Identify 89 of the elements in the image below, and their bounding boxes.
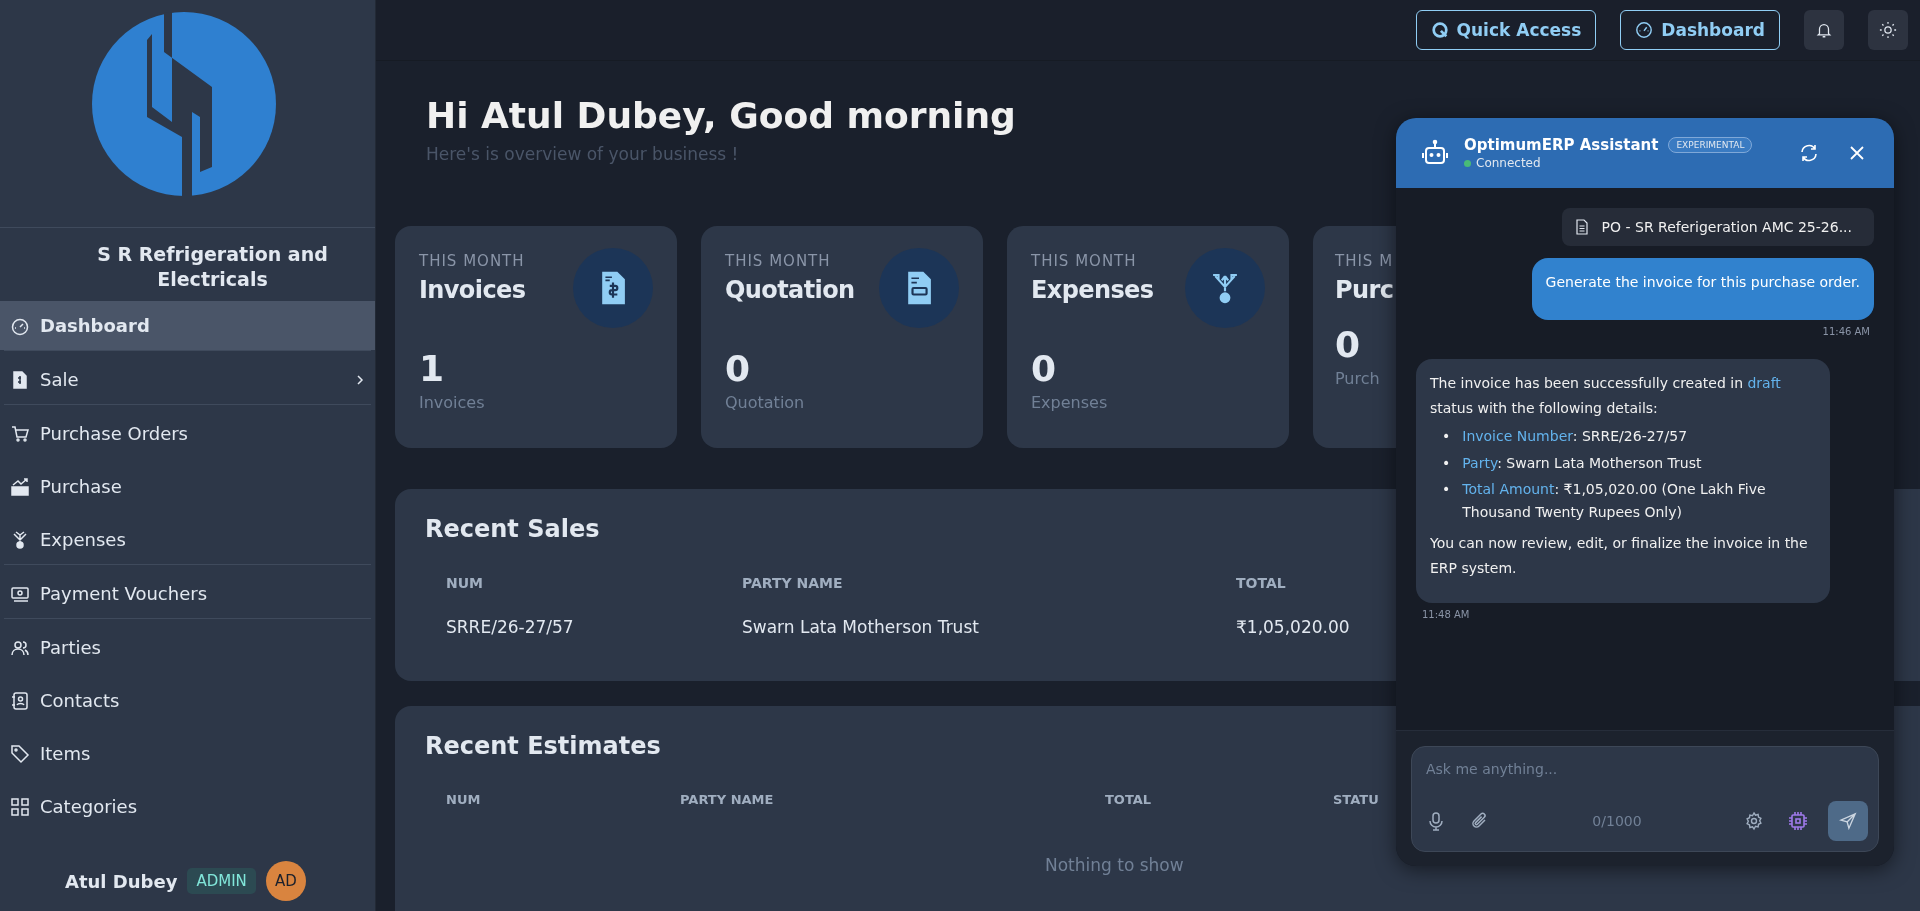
card-label: Quotation [725, 393, 806, 412]
message-text: You can now review, edit, or finalize the invoice in the ERP system. [1430, 533, 1809, 579]
card-title: Expenses [1031, 276, 1154, 304]
quote-icon [879, 248, 959, 328]
card-caption: THIS MONTH [725, 252, 832, 270]
sidebar-item[interactable]: Sale [0, 355, 375, 405]
header-button[interactable]: Quick Access [1415, 10, 1597, 50]
sidebar-item[interactable]: Contacts [0, 676, 375, 726]
panel-title: Recent Sales [425, 515, 600, 543]
attachment-name: PO - SR Referigeration AMC 25-26... [1601, 219, 1852, 235]
greeting-title: Hi Atul Dubey, Good morning [426, 95, 1016, 136]
card-label: Purch [1335, 369, 1381, 388]
detail-item: Party: Swarn Lata Motherson Trust [1462, 453, 1703, 473]
column-header: TOTAL [1105, 792, 1152, 807]
detail-item: Total Amount: ₹1,05,020.00 (One Lakh Five Thousand Twenty Rupees Only) [1462, 480, 1767, 522]
bell-icon [1815, 21, 1833, 39]
bullet-marker: • [1442, 480, 1451, 500]
bullet-marker: • [1442, 427, 1451, 447]
sidebar-item[interactable]: Payment Vouchers [0, 569, 375, 619]
chevron-icon [355, 373, 365, 386]
card-caption: THIS M [1335, 252, 1394, 270]
card-title: Purc [1335, 276, 1394, 304]
assistant-title: OptimumERP Assistant [1464, 136, 1659, 154]
invoice-icon [10, 369, 30, 390]
card-caption: THIS MONTH [419, 252, 526, 270]
card-value: 0 [1335, 324, 1362, 365]
empty-message: Nothing to show [1045, 855, 1184, 875]
refresh-icon [1799, 143, 1819, 163]
message-time: 11:46 AM [1822, 326, 1870, 337]
sidebar-item[interactable]: Dashboard [0, 301, 375, 351]
notifications-button[interactable] [1804, 10, 1844, 50]
card-value: 1 [419, 348, 446, 389]
connection-status: Connected [1476, 156, 1541, 170]
table-cell: Swarn Lata Motherson Trust [742, 617, 979, 637]
chart-icon [10, 476, 30, 497]
user-message: Generate the invoice for this purchase order. [1531, 258, 1874, 320]
chip-icon[interactable] [1788, 811, 1808, 831]
detail-item: Invoice Number: SRRE/26-27/57 [1462, 427, 1689, 447]
column-header: STATU [1333, 792, 1379, 807]
character-counter: 0/1000 [1591, 813, 1643, 829]
attachment-chip[interactable]: PO - SR Referigeration AMC 25-26... [1561, 208, 1874, 246]
avatar[interactable]: AD [265, 861, 306, 901]
column-header: NUM [446, 792, 481, 807]
column-header: PARTY NAME [742, 575, 843, 591]
gauge-icon [1635, 21, 1654, 39]
sidebar-item[interactable]: Parties [0, 623, 375, 673]
card-title: Invoices [419, 276, 526, 304]
table-cell: ₹1,05,020.00 [1236, 617, 1350, 637]
table-cell: SRRE/26-27/57 [446, 617, 574, 637]
panel-title: Recent Estimates [425, 732, 661, 760]
sidebar-item[interactable]: Expenses [0, 515, 375, 565]
card-label: Expenses [1031, 393, 1109, 412]
contact-icon [10, 690, 30, 711]
sidebar-item[interactable]: Purchase Orders [0, 409, 375, 459]
experimental-badge: EXPERIMENTAL [1668, 137, 1753, 153]
settings-icon[interactable] [1744, 811, 1764, 831]
theme-toggle-button[interactable] [1868, 10, 1908, 50]
column-header: TOTAL [1236, 575, 1286, 591]
search-icon [1430, 21, 1449, 39]
tag-icon [10, 743, 30, 764]
cart-icon [10, 423, 30, 444]
sidebar-item[interactable]: Purchase [0, 462, 375, 512]
column-header: PARTY NAME [680, 792, 774, 807]
send-button[interactable] [1828, 801, 1868, 841]
message-input[interactable]: Ask me anything... [1426, 757, 1868, 781]
greeting-subtitle: Here's is overview of your business ! [426, 144, 739, 164]
company-name: S R Refrigeration and Electricals [96, 242, 329, 292]
card-value: 0 [1031, 348, 1058, 389]
message-text: The invoice has been successfully created in draft status with the following details: [1430, 374, 1782, 419]
role-badge: ADMIN [187, 868, 256, 894]
grid-icon [10, 796, 30, 817]
card-value: 0 [725, 348, 752, 389]
microphone-icon[interactable] [1426, 811, 1446, 831]
expense-icon [1185, 248, 1265, 328]
sidebar-item[interactable]: Categories [0, 782, 375, 832]
header-button[interactable]: Dashboard [1620, 10, 1780, 50]
card-title: Quotation [725, 276, 855, 304]
sun-icon [1879, 21, 1897, 39]
sidebar-item[interactable]: Items [0, 729, 375, 779]
bullet-marker: • [1442, 453, 1451, 473]
invoice-icon [573, 248, 653, 328]
column-header: NUM [446, 575, 484, 591]
card-label: Invoices [419, 393, 486, 412]
user-name: Atul Dubey [65, 870, 178, 892]
expense-icon [10, 529, 30, 550]
card-caption: THIS MONTH [1031, 252, 1138, 270]
document-icon [1573, 218, 1590, 236]
send-icon [1839, 812, 1857, 830]
message-time: 11:48 AM [1422, 609, 1470, 621]
